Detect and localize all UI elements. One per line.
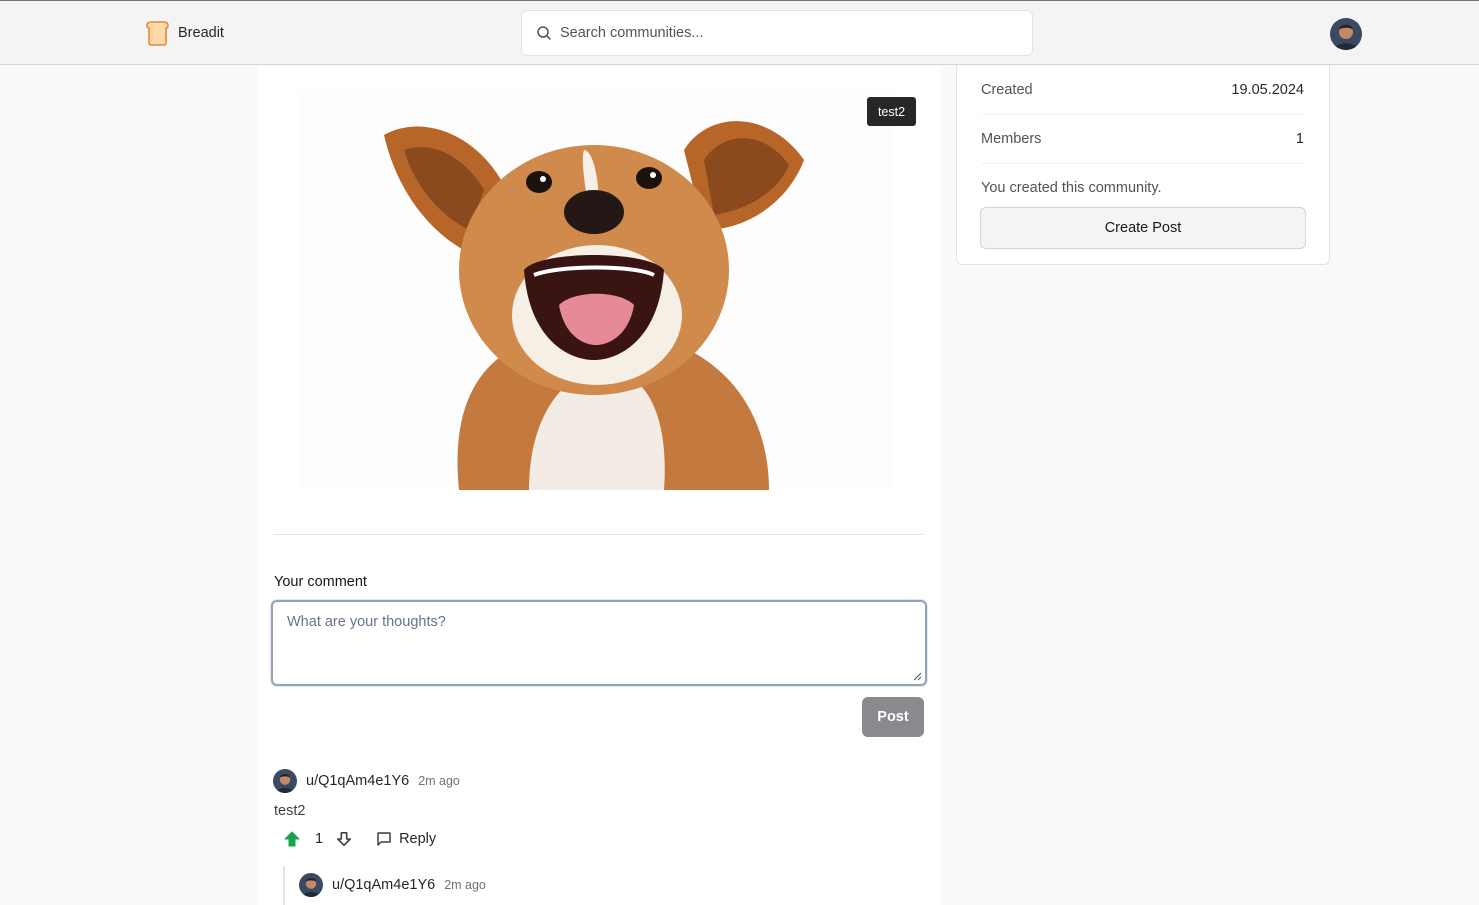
comment-actions: 1 Reply <box>283 829 436 849</box>
vote-count: 1 <box>315 831 324 847</box>
dog-photo <box>299 90 893 490</box>
reply-username[interactable]: u/Q1qAm4e1Y6 <box>332 877 435 893</box>
navbar: Breadit <box>0 0 1479 65</box>
creator-note: You created this community. <box>981 180 1162 196</box>
comment-label: Your comment <box>274 574 367 590</box>
home-link[interactable]: Breadit <box>145 20 224 46</box>
downvote-icon[interactable] <box>336 831 352 847</box>
info-row-created: Created 19.05.2024 <box>981 82 1304 98</box>
comment-username[interactable]: u/Q1qAm4e1Y6 <box>306 773 409 789</box>
info-label: Members <box>981 131 1042 147</box>
brand-name: Breadit <box>178 25 224 41</box>
comment-text: test2 <box>274 803 306 819</box>
comment-time: 2m ago <box>418 774 460 788</box>
search-input[interactable] <box>560 25 1000 41</box>
info-divider <box>981 163 1304 164</box>
user-avatar[interactable] <box>1330 18 1362 50</box>
search-bar[interactable] <box>521 10 1033 56</box>
info-value: 19.05.2024 <box>1231 82 1304 98</box>
resize-handle-icon[interactable] <box>913 672 922 681</box>
comment-box <box>271 600 927 686</box>
search-icon <box>537 26 551 40</box>
reply-time: 2m ago <box>444 878 486 892</box>
info-label: Created <box>981 82 1033 98</box>
info-row-members: Members 1 <box>981 131 1304 147</box>
comment-header: u/Q1qAm4e1Y6 2m ago <box>273 769 460 793</box>
post-image[interactable] <box>299 90 893 490</box>
info-divider <box>981 114 1304 115</box>
post-flair-badge: test2 <box>867 97 916 126</box>
bread-icon <box>146 21 169 46</box>
message-square-icon <box>377 832 391 846</box>
post-divider <box>274 534 924 535</box>
post-comment-button[interactable]: Post <box>862 697 924 737</box>
reply-thread-line <box>283 866 285 905</box>
reply-label: Reply <box>399 831 437 847</box>
comment-avatar[interactable] <box>273 769 297 793</box>
upvote-icon[interactable] <box>283 830 301 848</box>
create-post-button[interactable]: Create Post <box>980 207 1306 249</box>
reply-avatar[interactable] <box>299 873 323 897</box>
reply-button[interactable]: Reply <box>376 831 436 847</box>
reply-header: u/Q1qAm4e1Y6 2m ago <box>299 873 486 897</box>
comment-textarea[interactable] <box>273 602 925 684</box>
info-value: 1 <box>1295 131 1304 147</box>
